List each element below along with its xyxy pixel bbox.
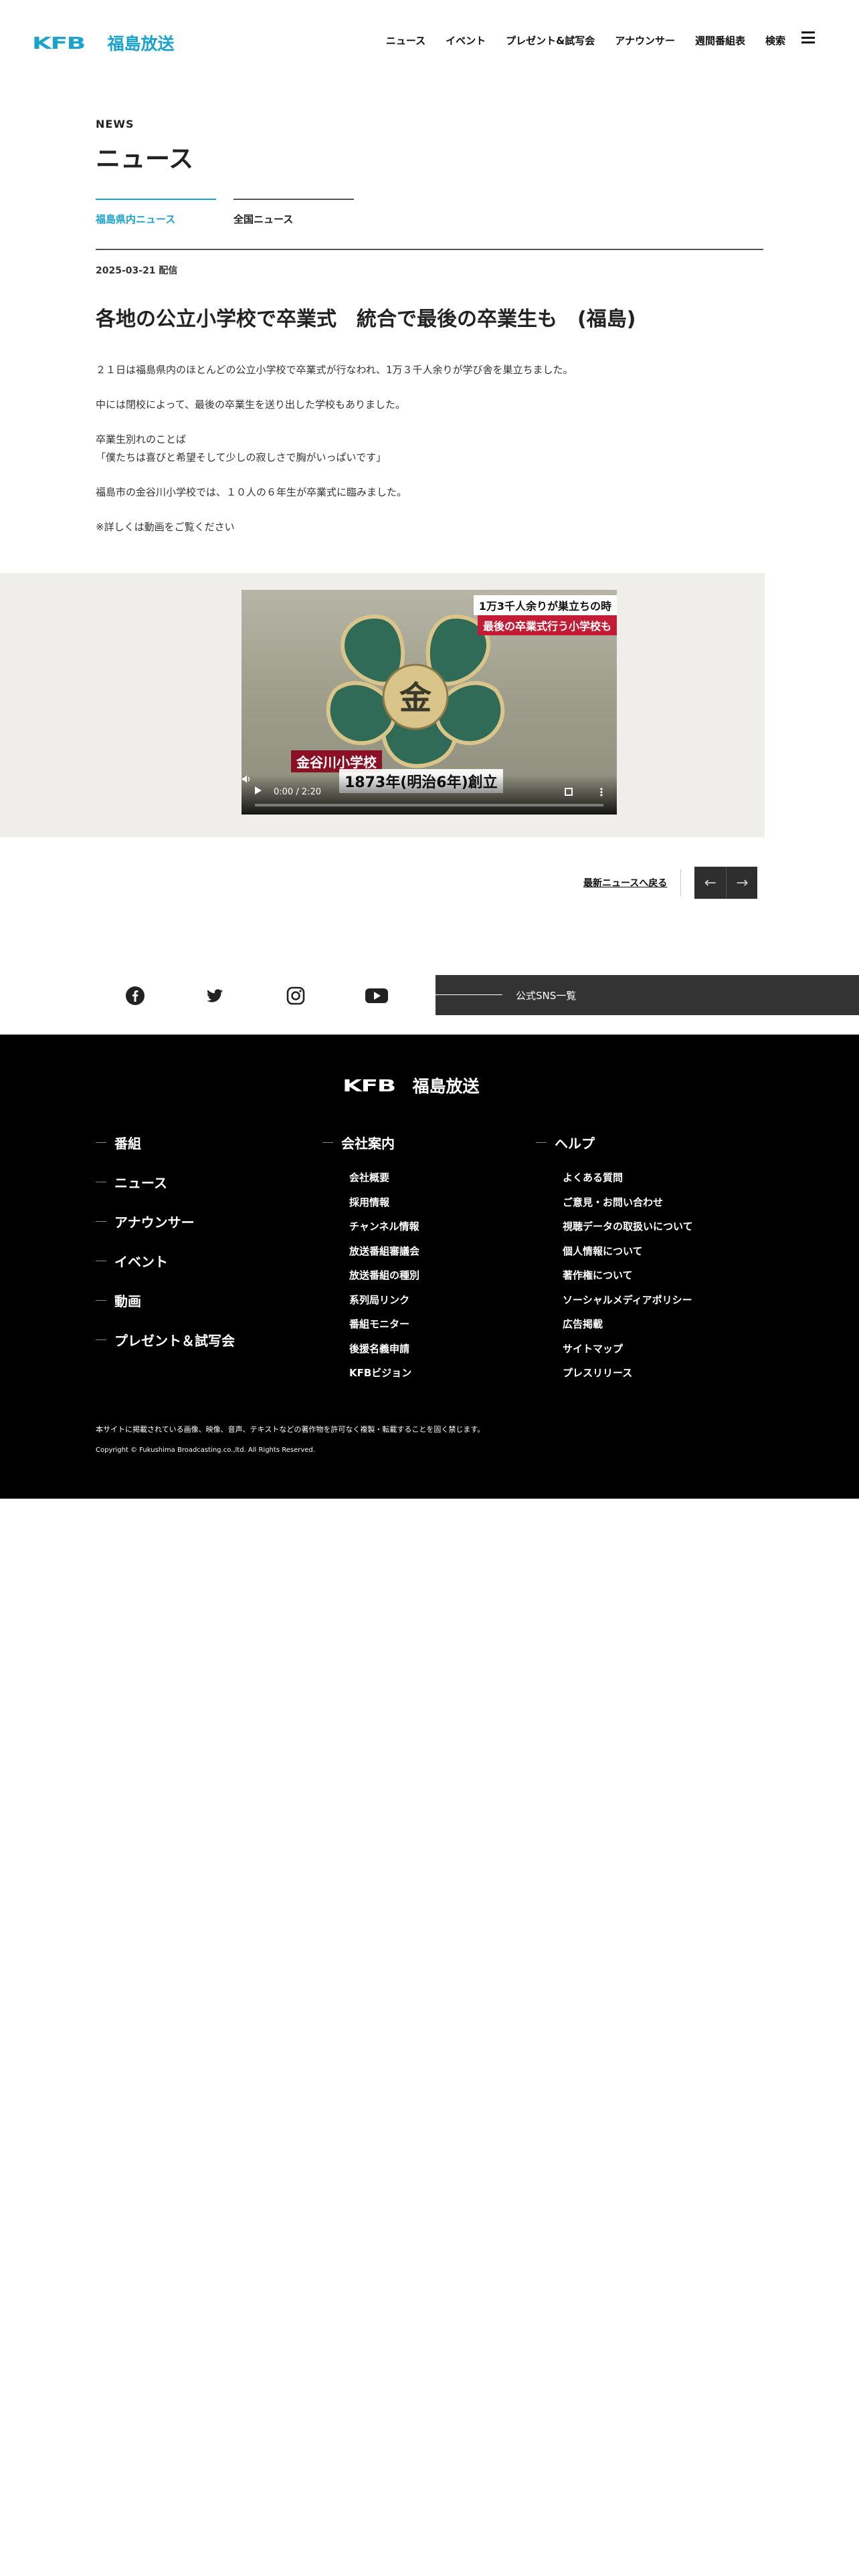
footer-logo-mark: KFB	[343, 1075, 396, 1095]
footer-link-announcer[interactable]: アナウンサー	[96, 1212, 235, 1230]
footer-link-sitemap[interactable]: サイトマップ	[536, 1337, 693, 1362]
divider	[96, 249, 763, 250]
tab-national-news[interactable]: 全国ニュース	[233, 199, 354, 226]
footer-link-present[interactable]: プレゼント＆試写会	[96, 1331, 235, 1349]
back-to-latest-link[interactable]: 最新ニュースへ戻る	[583, 876, 667, 889]
footer-link-contact[interactable]: ご意見・お問い合わせ	[536, 1190, 693, 1215]
footer-link-programs[interactable]: 番組	[96, 1134, 235, 1152]
video-controls: 0:00 / 2:20 ⋮	[242, 774, 617, 815]
logo-mark: KFB	[32, 33, 86, 53]
pager-divider	[680, 869, 682, 896]
fullscreen-icon[interactable]	[565, 788, 573, 796]
facebook-icon[interactable]	[125, 986, 145, 1006]
youtube-icon[interactable]	[365, 986, 389, 1006]
section-eyebrow: NEWS	[96, 118, 134, 130]
site-logo[interactable]: KFB 福島放送	[32, 31, 175, 55]
footer-company-heading[interactable]: 会社案内	[322, 1134, 419, 1152]
footer-link-faq[interactable]: よくある質問	[536, 1166, 693, 1190]
arrow-left-icon[interactable]: ←	[694, 867, 726, 899]
footer-link-company-overview[interactable]: 会社概要	[322, 1166, 419, 1190]
footer-legal-notice: 本サイトに掲載されている画像、映像、音声、テキストなどの著作物を許可なく複製・転…	[96, 1425, 485, 1434]
video-player[interactable]: 金 1万3千人余りが巣立ちの時 最後の卒業式行う小学校も 金谷川小学校 1873…	[242, 590, 617, 815]
footer-link-kfb-vision[interactable]: KFBビジョン	[322, 1361, 419, 1386]
article-headline: 各地の公立小学校で卒業式 統合で最後の卒業生も (福島)	[96, 308, 636, 331]
instagram-icon[interactable]	[286, 986, 306, 1006]
footer-link-news[interactable]: ニュース	[96, 1173, 235, 1191]
video-caption-top-right: 1万3千人余りが巣立ちの時 最後の卒業式行う小学校も	[472, 595, 617, 635]
svg-text:金: 金	[399, 679, 432, 717]
pager-arrows: ← →	[694, 867, 758, 899]
footer-link-privacy[interactable]: 個人情報について	[536, 1239, 693, 1264]
nav-news[interactable]: ニュース	[386, 33, 425, 47]
decorative-line	[436, 994, 502, 995]
footer-link-program-types[interactable]: 放送番組の種別	[322, 1263, 419, 1288]
nav-schedule[interactable]: 週間番組表	[695, 33, 745, 47]
caption-line-2: 最後の卒業式行う小学校も	[477, 615, 617, 635]
nav-search[interactable]: 検索	[765, 33, 785, 47]
footer-link-recruit[interactable]: 採用情報	[322, 1190, 419, 1215]
footer-link-sponsorship[interactable]: 後援名義申請	[322, 1337, 419, 1362]
article-body: ２１日は福島県内のほとんどの公立小学校で卒業式が行なわれ、1万３千人余りが学び舎…	[96, 361, 763, 553]
footer-link-social-policy[interactable]: ソーシャルメディアポリシー	[536, 1288, 693, 1313]
pager: 最新ニュースへ戻る ← →	[583, 867, 758, 899]
sns-row: 公式SNS一覧	[0, 975, 859, 1037]
footer-copyright: Copyright © Fukushima Broadcasting.co.,l…	[96, 1446, 315, 1454]
article-paragraph: ※詳しくは動画をご覧ください	[96, 521, 235, 533]
twitter-icon[interactable]	[205, 986, 225, 1006]
footer-link-video[interactable]: 動画	[96, 1291, 235, 1309]
footer-link-council[interactable]: 放送番組審議会	[322, 1239, 419, 1264]
footer-logo[interactable]: KFB 福島放送	[343, 1073, 480, 1097]
footer-link-advertising[interactable]: 広告掲載	[536, 1312, 693, 1337]
page-title: ニュース	[96, 144, 194, 173]
footer-link-event[interactable]: イベント	[96, 1252, 235, 1270]
article-paragraph: 中には閉校によって、最後の卒業生を送り出した学校もありました。	[96, 399, 406, 411]
video-seek-bar[interactable]	[255, 804, 603, 807]
footer-logo-name: 福島放送	[412, 1077, 480, 1096]
official-sns-list-link[interactable]: 公式SNS一覧	[436, 975, 859, 1015]
article-paragraph: 福島市の金谷川小学校では、１０人の６年生が卒業式に臨みました。	[96, 486, 407, 498]
play-icon[interactable]	[255, 786, 262, 794]
hamburger-menu-icon[interactable]	[801, 31, 815, 43]
sns-bar-label: 公式SNS一覧	[516, 990, 577, 1002]
footer-link-press[interactable]: プレスリリース	[536, 1361, 693, 1386]
article-paragraph: 卒業生別れのことば 「僕たちは喜びと希望そして少しの寂しさで胸がいっぱいです」	[96, 433, 387, 463]
volume-icon[interactable]	[242, 774, 251, 784]
publish-date: 2025-03-21 配信	[96, 265, 178, 276]
footer-link-viewing-data[interactable]: 視聴データの取扱いについて	[536, 1214, 693, 1239]
more-options-icon[interactable]: ⋮	[596, 787, 607, 798]
global-nav: ニュース イベント プレゼント&試写会 アナウンサー 週間番組表 検索	[386, 33, 785, 47]
article-paragraph: ２１日は福島県内のほとんどの公立小学校で卒業式が行なわれ、1万３千人余りが学び舎…	[96, 364, 573, 376]
logo-name: 福島放送	[107, 34, 175, 53]
footer-link-channel[interactable]: チャンネル情報	[322, 1214, 419, 1239]
caption-line-1: 1万3千人余りが巣立ちの時	[473, 595, 617, 615]
news-tabs: 福島県内ニュース 全国ニュース	[96, 199, 763, 226]
news-article: NEWS ニュース 福島県内ニュース 全国ニュース 2025-03-21 配信 …	[96, 118, 763, 533]
footer-link-affiliates[interactable]: 系列局リンク	[322, 1288, 419, 1313]
arrow-right-icon[interactable]: →	[726, 867, 757, 899]
footer-col-help: ヘルプ よくある質問 ご意見・お問い合わせ 視聴データの取扱いについて 個人情報…	[536, 1134, 693, 1386]
video-time: 0:00 / 2:20	[274, 787, 322, 797]
site-header: KFB 福島放送 ニュース イベント プレゼント&試写会 アナウンサー 週間番組…	[0, 0, 859, 80]
nav-announcer[interactable]: アナウンサー	[615, 33, 675, 47]
nav-present[interactable]: プレゼント&試写会	[506, 33, 595, 47]
footer-col-main: 番組 ニュース アナウンサー イベント 動画 プレゼント＆試写会	[96, 1134, 235, 1370]
nav-event[interactable]: イベント	[446, 33, 486, 47]
site-footer: KFB 福島放送 番組 ニュース アナウンサー イベント 動画 プレゼント＆試写…	[0, 1035, 859, 1499]
tab-fukushima-news[interactable]: 福島県内ニュース	[96, 199, 216, 226]
footer-link-copyright[interactable]: 著作権について	[536, 1263, 693, 1288]
footer-col-company: 会社案内 会社概要 採用情報 チャンネル情報 放送番組審議会 放送番組の種別 系…	[322, 1134, 419, 1386]
footer-link-monitor[interactable]: 番組モニター	[322, 1312, 419, 1337]
footer-help-heading[interactable]: ヘルプ	[536, 1134, 693, 1152]
